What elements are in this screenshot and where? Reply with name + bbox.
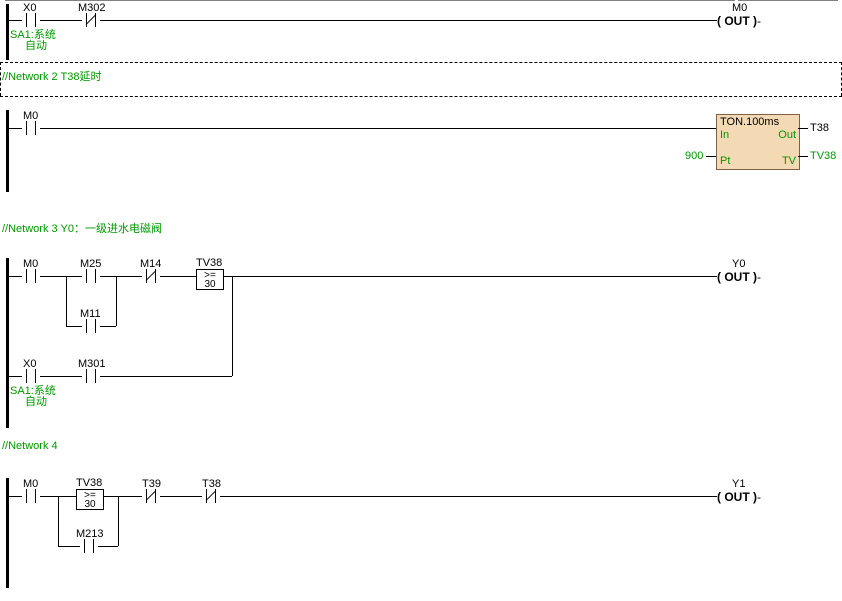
label-t39: T39 — [142, 478, 161, 490]
label-m302: M302 — [78, 2, 106, 14]
label-m0-n4: M0 — [23, 478, 38, 490]
label-sa1-auto-n3: SA1:系统 自动 — [10, 386, 56, 408]
wire — [223, 276, 717, 277]
wire — [40, 128, 716, 129]
divider-bot-n2 — [0, 96, 842, 97]
wire — [9, 20, 22, 21]
label-m213: M213 — [76, 528, 104, 540]
function-block-ton: TON.100ms In Out Pt TV — [716, 114, 800, 170]
contact-no-m11 — [82, 319, 100, 333]
label-m0-n3: M0 — [23, 258, 38, 270]
contact-no-m213 — [80, 539, 98, 553]
wire — [9, 496, 22, 497]
label-m301: M301 — [78, 358, 106, 370]
label-t38: T38 — [810, 122, 829, 134]
fb-port-out: Out — [778, 129, 796, 141]
compare-tv38-n3: >= 30 — [196, 269, 224, 290]
contact-no-x0 — [22, 13, 40, 27]
fb-title: TON.100ms — [720, 116, 779, 128]
power-rail-n2 — [6, 110, 9, 192]
contact-nc-t39 — [142, 489, 160, 503]
wire — [9, 376, 22, 377]
power-rail-n4 — [6, 478, 9, 588]
label-tv38-n3: TV38 — [196, 257, 222, 269]
label-pt-val: 900 — [685, 150, 703, 162]
label-y0: Y0 — [732, 258, 745, 270]
power-rail-n1 — [6, 4, 9, 60]
contact-nc-m302 — [82, 13, 100, 27]
top-border1 — [5, 0, 735, 1]
coil-y1: ( OUT )- — [717, 490, 761, 504]
label-t38-n4: T38 — [202, 478, 221, 490]
fb-port-pt: Pt — [720, 155, 730, 167]
contact-no-m301 — [82, 369, 100, 383]
wire — [220, 496, 717, 497]
contact-nc-t38 — [202, 489, 220, 503]
wire — [9, 276, 22, 277]
compare-tv38-n4: >= 30 — [76, 489, 104, 510]
cmp-val-n4: 30 — [77, 500, 103, 509]
wire — [100, 376, 232, 377]
wire — [100, 276, 142, 277]
vwire — [116, 276, 117, 326]
wire — [100, 20, 717, 21]
wire — [66, 326, 82, 327]
fb-port-tv: TV — [782, 155, 796, 167]
label-m0-n2: M0 — [23, 110, 38, 122]
vwire — [118, 496, 119, 546]
contact-no-m0 — [22, 121, 40, 135]
wire — [100, 326, 116, 327]
label-m0: M0 — [732, 2, 747, 14]
comment-network2: //Network 2 T38延时 — [2, 68, 101, 84]
ladder-diagram: ( OUT )- X0 M302 M0 SA1:系统 自动 //Network … — [0, 0, 842, 601]
label-x0: X0 — [23, 2, 36, 14]
wire — [40, 276, 82, 277]
coil-m0: ( OUT )- — [717, 14, 761, 28]
wire — [103, 496, 142, 497]
wire — [98, 546, 118, 547]
label-x0-n3: X0 — [23, 358, 36, 370]
cmp-val: 30 — [197, 280, 223, 289]
label-m25: M25 — [80, 258, 101, 270]
wire — [798, 156, 808, 157]
wire — [160, 276, 196, 277]
power-rail-n3 — [6, 258, 9, 428]
label-y1: Y1 — [732, 478, 745, 490]
divider-top-n2 — [0, 62, 842, 63]
wire — [9, 128, 22, 129]
label-m14: M14 — [140, 258, 161, 270]
contact-no-m25 — [82, 269, 100, 283]
label-tv38: TV38 — [810, 150, 836, 162]
coil-y0: ( OUT )- — [717, 270, 761, 284]
vwire — [66, 276, 67, 326]
wire — [798, 128, 808, 129]
top-border2 — [738, 0, 838, 1]
label-m11: M11 — [80, 308, 101, 320]
wire — [40, 20, 82, 21]
contact-no-x0-n3 — [22, 369, 40, 383]
fb-port-in: In — [720, 129, 729, 141]
label-tv38-n4: TV38 — [76, 477, 102, 489]
contact-no-m0-n3 — [22, 269, 40, 283]
comment-network4: //Network 4 — [2, 440, 58, 452]
vwire — [232, 276, 233, 376]
contact-nc-m14 — [142, 269, 160, 283]
comment-network3: //Network 3 Y0：一级进水电磁阀 — [2, 220, 162, 236]
contact-no-m0-n4 — [22, 489, 40, 503]
label-sa1-auto: SA1:系统 自动 — [10, 30, 56, 52]
wire — [58, 546, 80, 547]
vwire — [58, 496, 59, 546]
wire — [706, 156, 716, 157]
wire — [40, 376, 82, 377]
divider-left-n2 — [0, 62, 1, 96]
wire — [160, 496, 202, 497]
